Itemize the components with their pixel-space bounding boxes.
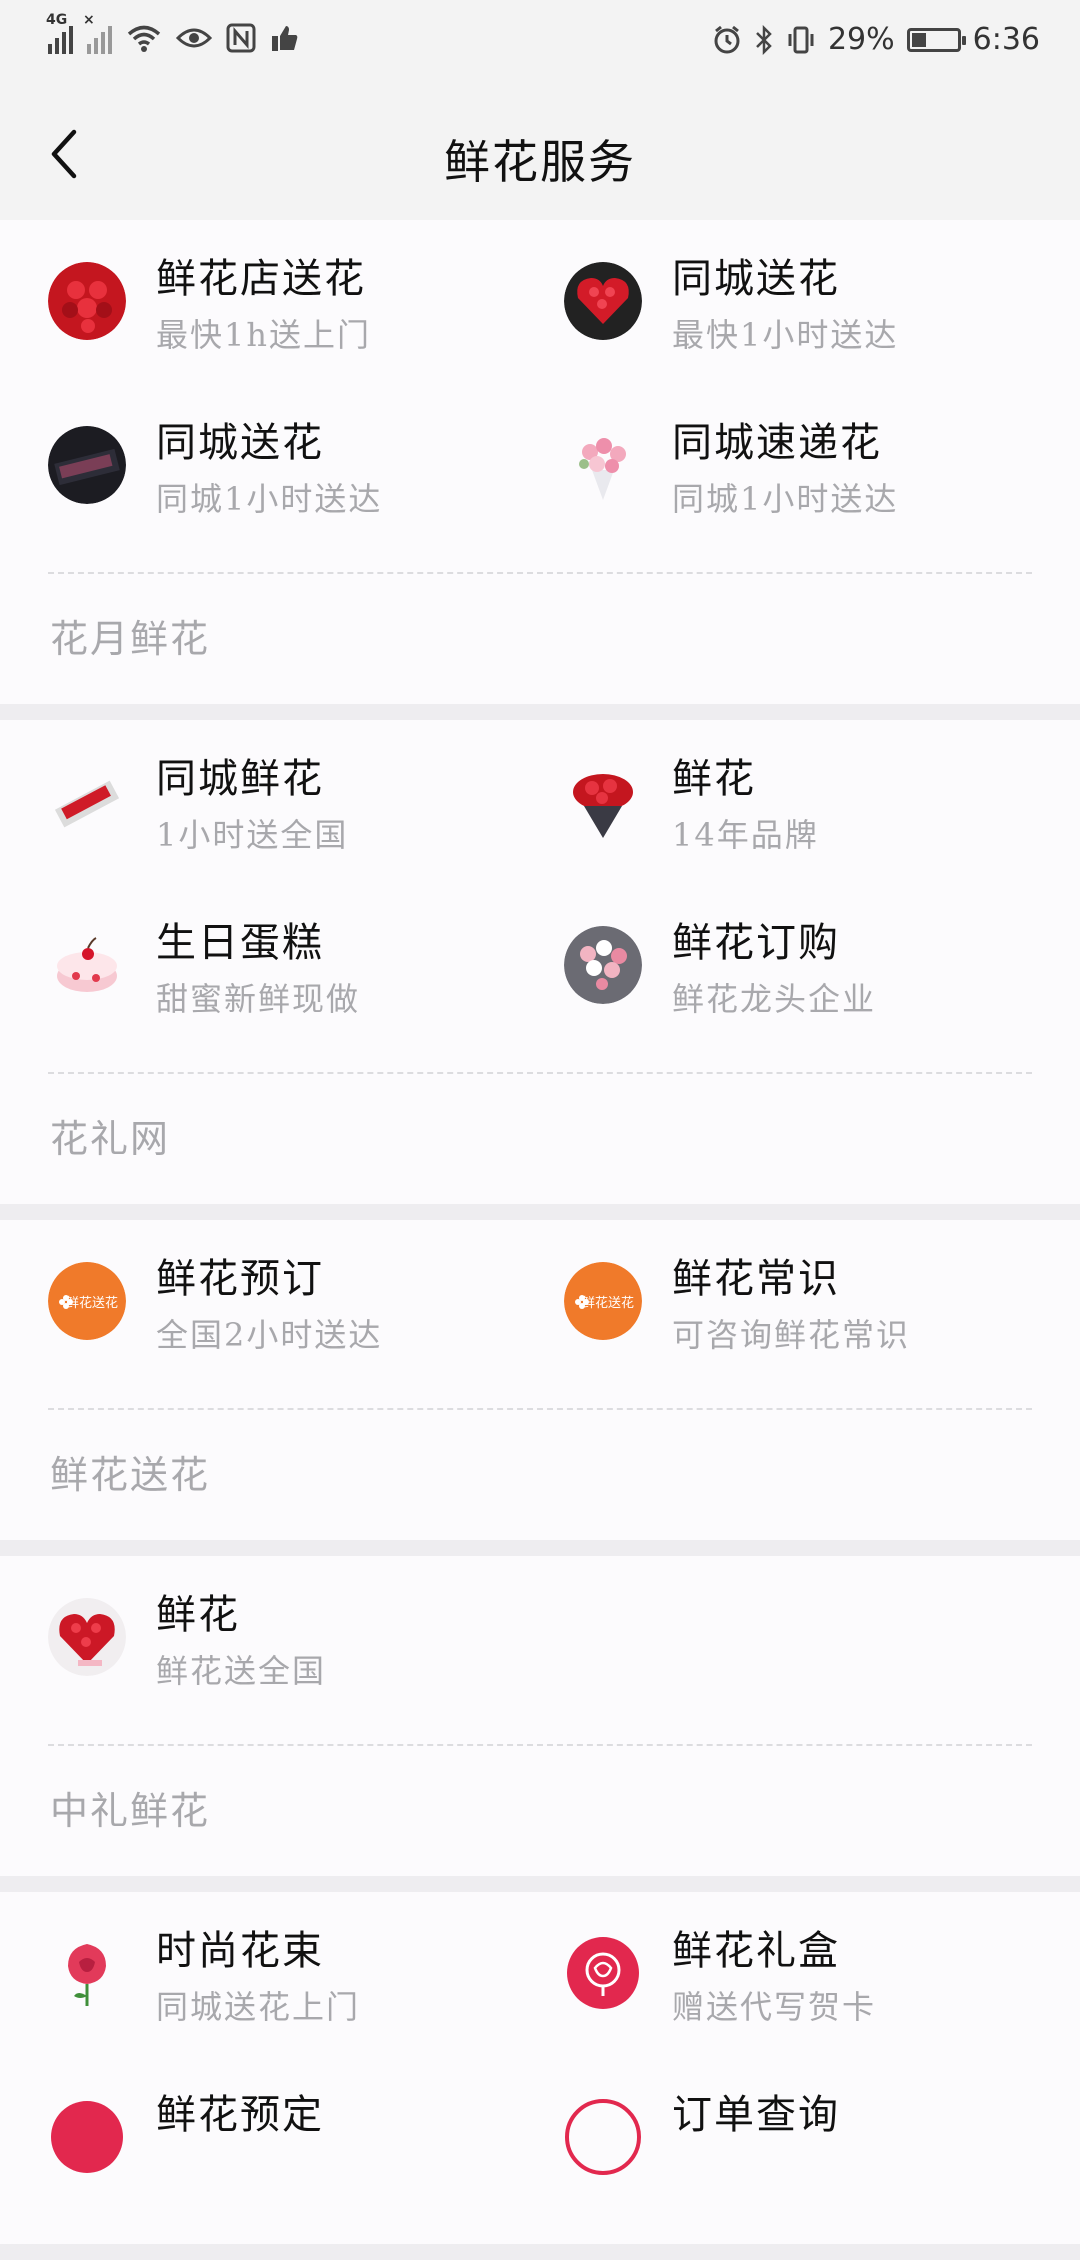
pink-bouquet-icon — [564, 426, 642, 504]
birthday-cake-icon — [48, 926, 126, 1004]
alarm-icon — [712, 25, 742, 55]
rose-gift-box-icon — [48, 762, 126, 840]
service-title: 鲜花常识 — [672, 1256, 840, 1302]
heart-roses-icon — [48, 1598, 126, 1676]
logo-text: 鲜花送花 — [66, 1295, 118, 1311]
service-title: 生日蛋糕 — [156, 920, 324, 966]
black-gift-box-icon — [48, 426, 126, 504]
service-title: 鲜花店送花 — [156, 256, 366, 302]
service-item[interactable]: 同城送花 最快1小时送达 — [564, 244, 1080, 408]
service-grid: 同城鲜花 1小时送全国 鲜花 14年品牌 生日蛋糕 甜蜜新鲜现做 鲜花订购 鲜花… — [0, 720, 1080, 1072]
service-grid: 鲜花店送花 最快1h送上门 同城送花 最快1小时送达 同城送花 同城1小时送达 — [0, 220, 1080, 572]
service-subtitle: 同城送花上门 — [156, 1988, 361, 2026]
service-title: 鲜花订购 — [672, 920, 840, 966]
status-bar: 4G × 29% 6:36 — [0, 0, 1080, 88]
clock-time: 6:36 — [972, 22, 1040, 57]
rose-badge-icon — [564, 1934, 642, 2012]
service-item[interactable]: 鲜花礼盒 赠送代写贺卡 — [564, 1916, 1080, 2080]
service-subtitle: 鲜花送全国 — [156, 1652, 327, 1690]
service-item[interactable]: 时尚花束 同城送花上门 — [48, 1916, 564, 2080]
service-grid: 鲜花送花 鲜花预订 全国2小时送达 鲜花送花 鲜花常识 可咨询鲜花常识 — [0, 1220, 1080, 1408]
service-item[interactable]: 鲜花店送花 最快1h送上门 — [48, 244, 564, 408]
cellular-signal-icon: 4G — [46, 12, 73, 54]
service-subtitle: 甜蜜新鲜现做 — [156, 980, 361, 1018]
service-item[interactable]: 鲜花送花 鲜花常识 可咨询鲜花常识 — [564, 1244, 1080, 1408]
logo-text: 鲜花送花 — [582, 1295, 634, 1311]
cellular-signal-2-icon: × — [83, 12, 112, 54]
service-title: 同城速递花 — [672, 420, 882, 466]
service-subtitle: 最快1小时送达 — [672, 316, 899, 354]
provider-card: 鲜花送花 鲜花预订 全国2小时送达 鲜花送花 鲜花常识 可咨询鲜花常识 鲜花送花 — [0, 1220, 1080, 1540]
service-grid: 鲜花 鲜花送全国 — [0, 1556, 1080, 1744]
service-title: 鲜花礼盒 — [672, 1928, 840, 1974]
service-item[interactable]: 鲜花送花 鲜花预订 全国2小时送达 — [48, 1244, 564, 1408]
orange-logo-icon: 鲜花送花 — [564, 1262, 642, 1340]
provider-card: 时尚花束 同城送花上门 鲜花礼盒 赠送代写贺卡 鲜花预定 订单查询 — [0, 1892, 1080, 2244]
heart-rose-box-icon — [564, 262, 642, 340]
service-title: 同城鲜花 — [156, 756, 324, 802]
vibrate-icon — [786, 25, 816, 55]
service-subtitle: 可咨询鲜花常识 — [672, 1316, 911, 1354]
network-type-label: 4G — [46, 12, 68, 28]
service-title: 鲜花 — [672, 756, 756, 802]
provider-name[interactable]: 中礼鲜花 — [0, 1746, 1080, 1876]
page-title: 鲜花服务 — [444, 135, 636, 189]
provider-name[interactable]: 花月鲜花 — [0, 574, 1080, 704]
service-item[interactable]: 同城鲜花 1小时送全国 — [48, 744, 564, 908]
service-title: 鲜花 — [156, 1592, 240, 1638]
red-roses-circle-icon — [48, 262, 126, 340]
nfc-icon — [226, 23, 256, 53]
service-title: 鲜花预定 — [156, 2092, 324, 2138]
service-subtitle: 全国2小时送达 — [156, 1316, 383, 1354]
provider-name[interactable]: 鲜花送花 — [0, 1410, 1080, 1540]
provider-name[interactable]: 花礼网 — [0, 1074, 1080, 1204]
battery-icon — [906, 27, 966, 52]
service-title: 订单查询 — [672, 2092, 840, 2138]
orange-logo-icon: 鲜花送花 — [48, 1262, 126, 1340]
service-item[interactable]: 鲜花 鲜花送全国 — [48, 1580, 564, 1744]
service-item[interactable]: 鲜花订购 鲜花龙头企业 — [564, 908, 1080, 1072]
service-title: 时尚花束 — [156, 1928, 324, 1974]
status-left: 4G × — [46, 12, 300, 54]
thumbs-up-icon — [270, 23, 300, 53]
service-grid: 时尚花束 同城送花上门 鲜花礼盒 赠送代写贺卡 鲜花预定 订单查询 — [0, 1892, 1080, 2244]
service-item[interactable]: 生日蛋糕 甜蜜新鲜现做 — [48, 908, 564, 1072]
service-subtitle: 14年品牌 — [672, 816, 819, 854]
service-subtitle: 最快1h送上门 — [156, 316, 371, 354]
service-title: 同城送花 — [156, 420, 324, 466]
provider-card: 鲜花店送花 最快1h送上门 同城送花 最快1小时送达 同城送花 同城1小时送达 — [0, 220, 1080, 704]
service-item[interactable]: 同城速递花 同城1小时送达 — [564, 408, 1080, 572]
eye-icon — [176, 25, 212, 51]
battery-percent: 29% — [827, 22, 895, 57]
wifi-icon — [126, 23, 162, 53]
flower-icon — [48, 2098, 126, 2176]
service-subtitle: 1小时送全国 — [156, 816, 349, 854]
service-item[interactable]: 鲜花 14年品牌 — [564, 744, 1080, 908]
service-title: 鲜花预订 — [156, 1256, 324, 1302]
service-list: 鲜花店送花 最快1h送上门 同城送花 最快1小时送达 同城送花 同城1小时送达 — [0, 220, 1080, 2260]
bluetooth-icon — [754, 24, 774, 55]
service-subtitle: 赠送代写贺卡 — [672, 1988, 877, 2026]
nav-bar: 鲜花服务 — [0, 88, 1080, 220]
rose-icon — [48, 1934, 126, 2012]
service-subtitle: 同城1小时送达 — [156, 480, 383, 518]
service-subtitle: 鲜花龙头企业 — [672, 980, 877, 1018]
service-item[interactable]: 同城送花 同城1小时送达 — [48, 408, 564, 572]
provider-card: 鲜花 鲜花送全国 中礼鲜花 — [0, 1556, 1080, 1876]
service-item[interactable]: 订单查询 — [564, 2080, 1080, 2244]
mixed-flower-bouquet-icon — [564, 926, 642, 1004]
service-subtitle: 同城1小时送达 — [672, 480, 899, 518]
red-rose-bouquet-icon — [564, 762, 642, 840]
order-icon — [564, 2098, 642, 2176]
service-title: 同城送花 — [672, 256, 840, 302]
provider-card: 同城鲜花 1小时送全国 鲜花 14年品牌 生日蛋糕 甜蜜新鲜现做 鲜花订购 鲜花… — [0, 720, 1080, 1204]
service-item[interactable]: 鲜花预定 — [48, 2080, 564, 2244]
status-right: 29% 6:36 — [712, 22, 1040, 57]
